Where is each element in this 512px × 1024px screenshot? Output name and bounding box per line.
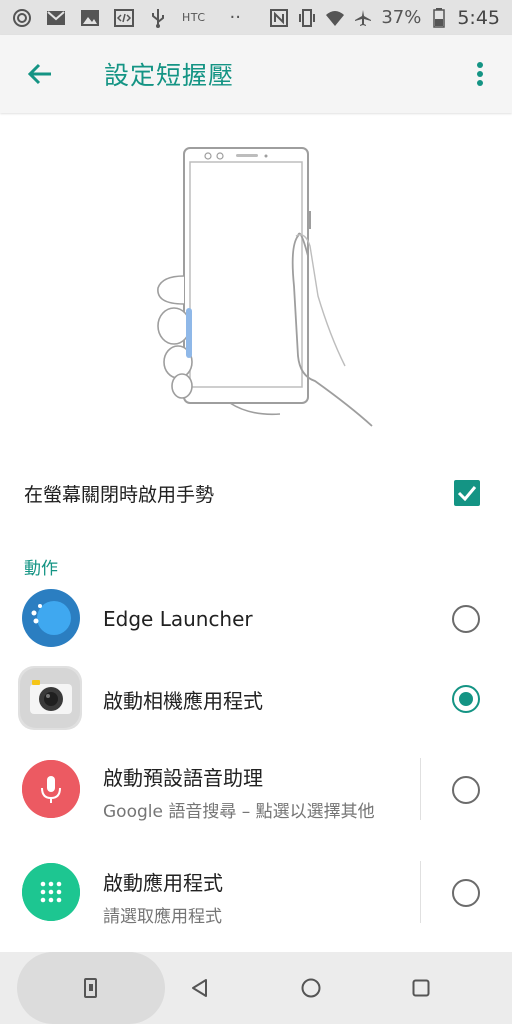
gmail-icon xyxy=(46,8,66,28)
home-nav-button[interactable] xyxy=(291,968,331,1008)
radio-launch-app[interactable] xyxy=(452,879,480,907)
sync-icon xyxy=(12,8,32,28)
radio-voice-assistant[interactable] xyxy=(452,776,480,804)
app-grid-icon xyxy=(22,863,80,921)
back-triangle-icon xyxy=(192,979,207,997)
arrow-back-icon xyxy=(27,63,51,85)
radio-selected-dot xyxy=(459,692,473,706)
option-edge-launcher[interactable]: Edge Launcher xyxy=(0,585,512,653)
code-icon xyxy=(114,8,134,28)
option-title: 啟動應用程式 xyxy=(103,871,223,895)
radio-edge-launcher[interactable] xyxy=(452,605,480,633)
status-dots: ·· xyxy=(229,7,241,28)
section-header-actions: 動作 xyxy=(24,559,58,579)
option-subtitle: 請選取應用程式 xyxy=(103,907,222,927)
status-bar: HTC ·· 37% 5:45 xyxy=(0,0,512,35)
check-icon xyxy=(457,486,477,501)
camera-icon xyxy=(18,666,82,730)
page-title: 設定短握壓 xyxy=(104,61,235,90)
option-voice-assistant[interactable]: 啟動預設語音助理 Google 語音搜尋 – 點選以選擇其他 xyxy=(0,752,512,828)
home-circle-icon xyxy=(301,978,321,998)
edge-launcher-icon xyxy=(22,589,80,647)
htc-icon: HTC xyxy=(182,11,206,24)
more-options-button[interactable] xyxy=(464,50,496,98)
setting-label: 在螢幕關閉時啟用手勢 xyxy=(24,483,215,506)
battery-icon xyxy=(429,7,449,28)
option-title: 啟動相機應用程式 xyxy=(103,689,263,713)
overview-square-icon xyxy=(412,979,430,997)
vibrate-icon xyxy=(297,8,317,28)
microphone-icon xyxy=(22,760,80,818)
nfc-icon xyxy=(269,8,289,28)
option-title: 啟動預設語音助理 xyxy=(103,766,263,790)
image-icon xyxy=(80,8,100,28)
option-title: Edge Launcher xyxy=(103,607,253,631)
battery-percent: 37% xyxy=(381,7,422,28)
usb-icon xyxy=(148,8,168,28)
option-divider xyxy=(420,758,421,820)
back-nav-button[interactable] xyxy=(180,968,220,1008)
recents-phone-icon xyxy=(84,978,97,998)
overview-nav-button[interactable] xyxy=(401,968,441,1008)
option-launch-app[interactable]: 啟動應用程式 請選取應用程式 xyxy=(0,855,512,931)
option-divider xyxy=(420,861,421,923)
back-button[interactable] xyxy=(12,46,68,102)
screen-off-gesture-checkbox[interactable] xyxy=(454,480,480,506)
navigation-bar xyxy=(0,952,512,1024)
recents-phone-button[interactable] xyxy=(71,968,111,1008)
app-bar: 設定短握壓 xyxy=(0,35,512,113)
radio-launch-camera[interactable] xyxy=(452,685,480,713)
option-subtitle: Google 語音搜尋 – 點選以選擇其他 xyxy=(103,802,375,822)
airplane-icon xyxy=(353,8,373,28)
screen-off-gesture-setting[interactable]: 在螢幕關閉時啟用手勢 xyxy=(0,465,512,521)
option-launch-camera[interactable]: 啟動相機應用程式 xyxy=(0,663,512,735)
more-vert-icon xyxy=(477,62,483,86)
squeeze-illustration xyxy=(140,136,390,436)
wifi-icon xyxy=(325,8,345,28)
status-time: 5:45 xyxy=(457,6,500,29)
